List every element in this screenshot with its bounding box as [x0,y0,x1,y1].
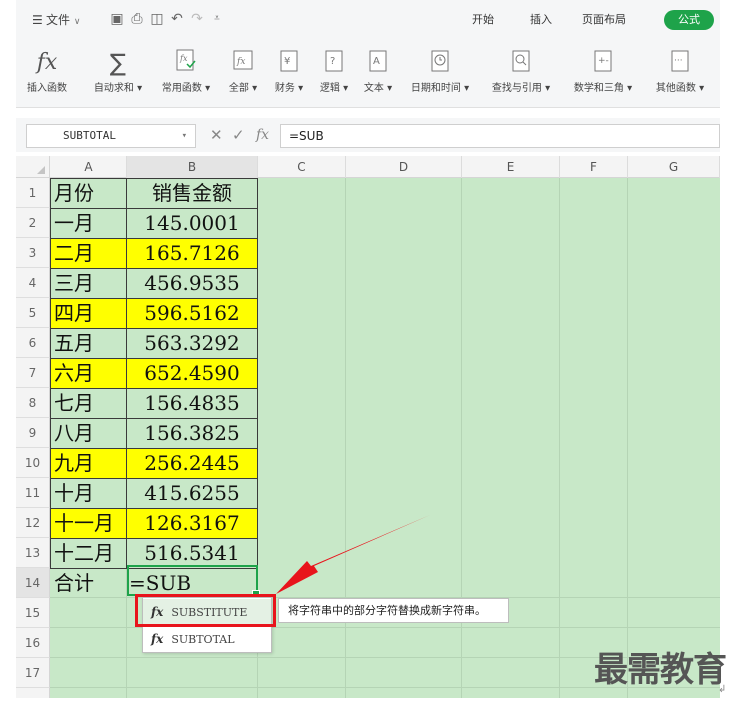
all-functions-button[interactable]: fx 全部 ▾ [224,48,262,95]
text-functions-button[interactable]: A 文本 ▾ [358,48,398,95]
lookup-icon [484,48,558,78]
row-header[interactable]: 3 [16,238,50,268]
row-header[interactable]: 16 [16,628,50,658]
finance-icon: ¥ [270,48,308,78]
formula-input[interactable]: =SUB [280,124,720,148]
redo-icon[interactable]: ↷ [190,12,204,26]
fx-icon[interactable]: fx [256,126,269,144]
row-header[interactable]: 4 [16,268,50,298]
chevron-down-icon[interactable]: ▾ [182,125,187,147]
row-header[interactable]: 9 [16,418,50,448]
fx-icon: fx [151,632,164,646]
all-functions-icon: fx [224,48,262,78]
menu-bar: ☰ 文件 ∨ ▣ ⎙ ◫ ↶ ↷ ⩡ 开始 插入 页面布局 公式 [16,0,720,40]
column-header-c[interactable]: C [258,156,346,178]
undo-icon[interactable]: ↶ [170,12,184,26]
ribbon-toolbar: fx 插入函数 ∑ 自动求和 ▾ fx 常用函数 ▾ fx 全部 ▾ ¥ 财务 … [16,40,720,108]
other-functions-button[interactable]: ··· 其他函数 ▾ [648,48,712,95]
active-cell-border [127,565,260,598]
date-time-button[interactable]: 日期和时间 ▾ [404,48,476,95]
row-header[interactable]: 17 [16,658,50,688]
file-menu[interactable]: 文件 ∨ [46,12,80,30]
svg-text:+-: +- [598,56,609,66]
svg-text:?: ? [330,56,335,67]
save-icon[interactable]: ▣ [110,12,124,26]
row-header[interactable]: 11 [16,478,50,508]
row-header[interactable]: 2 [16,208,50,238]
paragraph-mark-icon: ↲ [718,684,727,695]
row-header[interactable]: 15 [16,598,50,628]
sigma-icon: ∑ [109,49,127,77]
tab-page-layout[interactable]: 页面布局 [582,13,626,27]
svg-text:fx: fx [179,54,188,63]
hamburger-menu-icon[interactable]: ☰ [32,12,43,28]
row-header[interactable]: 6 [16,328,50,358]
function-tooltip: 将字符串中的部分字符替换成新字符串。 [278,598,509,623]
print-icon[interactable]: ⎙ [130,12,144,26]
tab-home[interactable]: 开始 [472,13,494,27]
watermark: 最需教育 [594,650,727,690]
row-header[interactable]: 8 [16,388,50,418]
row-header[interactable]: 1 [16,178,50,208]
row-header[interactable]: 12 [16,508,50,538]
column-header-g[interactable]: G [628,156,720,178]
grid-line [627,178,628,698]
cell-a14[interactable]: 合计 [51,568,126,598]
insert-function-button[interactable]: fx 插入函数 [24,48,70,95]
lookup-reference-button[interactable]: 查找与引用 ▾ [484,48,558,95]
common-functions-icon: fx [156,48,216,78]
table-row-lines [50,208,258,539]
column-header-e[interactable]: E [462,156,560,178]
row-header[interactable] [16,688,50,698]
clock-icon [404,48,476,78]
annotation-highlight-box [135,594,276,627]
row-header[interactable]: 5 [16,298,50,328]
autocomplete-item-subtotal[interactable]: fx SUBTOTAL [143,626,271,652]
svg-text:···: ··· [674,56,683,66]
finance-button[interactable]: ¥ 财务 ▾ [270,48,308,95]
confirm-icon[interactable]: ✓ [232,126,245,144]
column-headers: A B C D E F G [16,156,720,178]
column-header-d[interactable]: D [346,156,462,178]
logic-icon: ? [314,48,354,78]
select-all-corner[interactable] [16,156,50,178]
column-header-f[interactable]: F [560,156,628,178]
row-header[interactable]: 7 [16,358,50,388]
common-functions-button[interactable]: fx 常用函数 ▾ [156,48,216,95]
quick-access-dropdown-icon[interactable]: ⩡ [210,12,224,26]
column-header-b[interactable]: B [127,156,258,178]
fx-icon: fx [36,50,58,75]
svg-text:¥: ¥ [284,56,290,67]
more-functions-icon: ··· [648,48,712,78]
row-header[interactable]: 10 [16,448,50,478]
tab-insert[interactable]: 插入 [530,13,552,27]
math-icon: +- [566,48,640,78]
row-header[interactable]: 14 [16,568,50,598]
cancel-icon[interactable]: ✕ [210,126,223,144]
svg-text:fx: fx [236,57,245,67]
tab-formula[interactable]: 公式 [664,10,714,30]
grid-line [559,178,560,698]
column-header-a[interactable]: A [51,156,127,178]
svg-text:A: A [373,56,380,67]
name-box[interactable]: SUBTOTAL ▾ [26,124,196,148]
logic-button[interactable]: ? 逻辑 ▾ [314,48,354,95]
autosum-button[interactable]: ∑ 自动求和 ▾ [88,48,148,95]
text-functions-icon: A [358,48,398,78]
print-preview-icon[interactable]: ◫ [150,12,164,26]
row-header[interactable]: 13 [16,538,50,568]
math-trig-button[interactable]: +- 数学和三角 ▾ [566,48,640,95]
formula-bar: SUBTOTAL ▾ ✕ ✓ fx =SUB [16,118,720,152]
